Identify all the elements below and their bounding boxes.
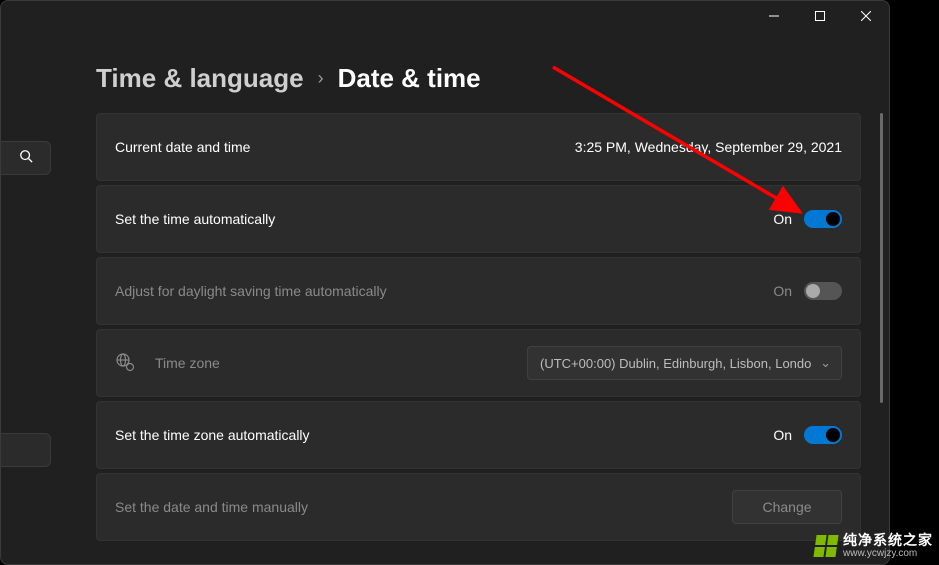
search-icon [19,149,33,168]
window-minimize-button[interactable] [751,1,797,31]
auto-timezone-state: On [773,427,792,443]
watermark-title: 纯净系统之家 [843,533,933,548]
search-button[interactable] [1,141,51,175]
auto-time-toggle[interactable] [804,210,842,228]
breadcrumb-parent[interactable]: Time & language [96,63,304,94]
timezone-select[interactable]: (UTC+00:00) Dublin, Edinburgh, Lisbon, L… [527,346,842,380]
auto-time-label: Set the time automatically [115,211,275,227]
auto-time-state: On [773,211,792,227]
watermark: 纯净系统之家 www.ycwjzy.com [815,533,933,559]
dst-label: Adjust for daylight saving time automati… [115,283,387,299]
scrollbar-thumb[interactable] [880,113,883,403]
sidebar-item-collapsed[interactable] [1,433,51,467]
row-auto-timezone: Set the time zone automatically On [96,401,861,469]
chevron-right-icon: › [318,68,324,89]
sidebar-rail [1,1,56,564]
row-manual-datetime: Set the date and time manually Change [96,473,861,541]
chevron-down-icon: ⌄ [820,355,831,371]
manual-datetime-label: Set the date and time manually [115,499,308,515]
row-timezone: Time zone (UTC+00:00) Dublin, Edinburgh,… [96,329,861,397]
window-close-button[interactable] [843,1,889,31]
change-button-label: Change [762,499,811,515]
timezone-selected-value: (UTC+00:00) Dublin, Edinburgh, Lisbon, L… [540,356,812,371]
current-datetime-label: Current date and time [115,139,250,155]
row-dst: Adjust for daylight saving time automati… [96,257,861,325]
watermark-logo-icon [813,535,838,557]
current-datetime-value: 3:25 PM, Wednesday, September 29, 2021 [575,139,842,155]
row-auto-time: Set the time automatically On [96,185,861,253]
window-maximize-button[interactable] [797,1,843,31]
timezone-label: Time zone [155,355,220,371]
auto-timezone-label: Set the time zone automatically [115,427,310,443]
settings-content: Current date and time 3:25 PM, Wednesday… [96,113,861,541]
change-button[interactable]: Change [732,490,842,524]
watermark-url: www.ycwjzy.com [843,548,933,559]
window-titlebar [1,1,889,33]
auto-timezone-toggle[interactable] [804,426,842,444]
settings-window: Time & language › Date & time Current da… [0,0,890,565]
dst-state: On [773,283,792,299]
breadcrumb-current: Date & time [338,63,481,94]
row-current-datetime: Current date and time 3:25 PM, Wednesday… [96,113,861,181]
dst-toggle [804,282,842,300]
globe-icon [115,352,135,375]
breadcrumb: Time & language › Date & time [96,63,481,94]
